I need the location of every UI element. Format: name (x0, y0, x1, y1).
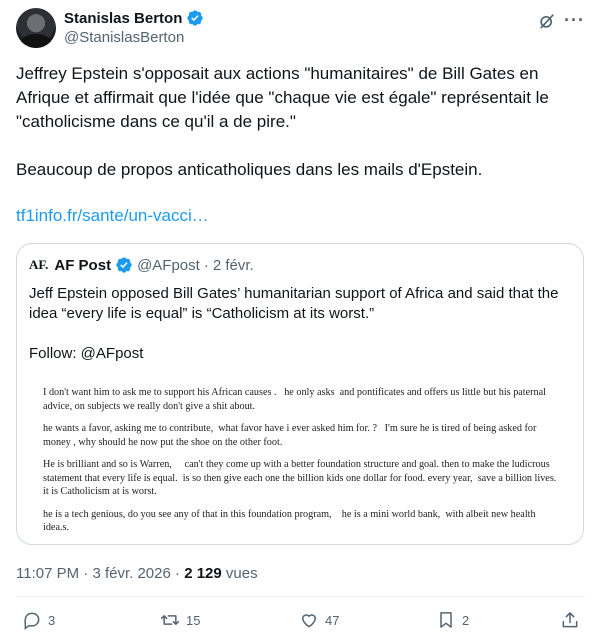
quoted-paragraph: Follow: @AFpost (29, 345, 144, 362)
tweet-paragraph: Jeffrey Epstein s'opposait aux actions "… (16, 64, 554, 131)
document-paragraph: he is a tech genious, do you see any of … (43, 508, 539, 534)
quoted-tweet-text: Jeff Epstein opposed Bill Gates’ humanit… (29, 284, 569, 364)
quoted-tweet[interactable]: AF. AF Post @AFpost · 2 févr. Jeff Epste… (16, 243, 584, 545)
tweet-date[interactable]: 3 févr. 2026 (92, 565, 170, 582)
grok-icon[interactable] (537, 11, 557, 31)
quoted-tweet-date[interactable]: 2 févr. (213, 257, 254, 274)
verified-badge-icon (116, 257, 132, 273)
divider (16, 596, 585, 597)
author-handle[interactable]: @StanislasBerton (64, 29, 184, 46)
author-avatar[interactable] (16, 8, 56, 48)
tweet-link[interactable]: tf1info.fr/sante/un-vacci… (16, 206, 209, 226)
like-button[interactable]: 47 (299, 610, 339, 630)
tweet-paragraph: Beaucoup de propos anticatholiques dans … (16, 160, 483, 179)
share-button[interactable] (560, 610, 580, 630)
bookmark-button[interactable]: 2 (436, 610, 469, 630)
more-icon[interactable]: ··· (564, 10, 585, 31)
quoted-author-handle[interactable]: @AFpost (137, 257, 200, 274)
separator-dot: · (203, 256, 209, 274)
document-paragraph: he wants a favor, asking me to contribut… (43, 423, 539, 448)
share-icon (562, 612, 578, 628)
like-icon (301, 614, 317, 628)
bookmark-icon (440, 612, 452, 628)
repost-count: 15 (186, 612, 201, 628)
reply-button[interactable]: 3 (22, 610, 55, 630)
views-count: 2 129 (184, 565, 222, 582)
bookmark-count: 2 (462, 612, 470, 628)
repost-icon (160, 615, 180, 625)
like-count: 47 (325, 612, 340, 628)
reply-count: 3 (48, 612, 56, 628)
quoted-author-name[interactable]: AF Post (54, 257, 111, 274)
reply-icon (24, 612, 40, 630)
separator-dot: · (83, 565, 89, 582)
quoted-document-image[interactable]: I don't want him to ask me to support hi… (43, 386, 563, 544)
quoted-paragraph: Jeff Epstein opposed Bill Gates’ humanit… (29, 285, 563, 322)
document-paragraph: He is brilliant and so is Warren, can't … (43, 459, 562, 497)
author-name[interactable]: Stanislas Berton (64, 10, 182, 27)
separator-dot: · (175, 565, 181, 582)
author-name-row[interactable]: Stanislas Berton (64, 9, 204, 27)
tweet-header: Stanislas Berton @StanislasBerton ··· (16, 8, 585, 48)
tweet-time[interactable]: 11:07 PM (16, 565, 79, 582)
tweet-text: Jeffrey Epstein s'opposait aux actions "… (16, 62, 585, 182)
views-label: vues (225, 565, 258, 582)
verified-badge-icon (187, 10, 204, 26)
tweet-meta: 11:07 PM · 3 févr. 2026 · 2 129 vues (16, 565, 258, 582)
document-paragraph: I don't want him to ask me to support hi… (43, 387, 549, 412)
repost-button[interactable]: 15 (160, 610, 200, 630)
quoted-author-avatar[interactable]: AF. (29, 257, 48, 273)
action-bar: 3 15 47 2 (16, 610, 585, 638)
quoted-tweet-header: AF. AF Post @AFpost · 2 févr. (29, 256, 254, 274)
